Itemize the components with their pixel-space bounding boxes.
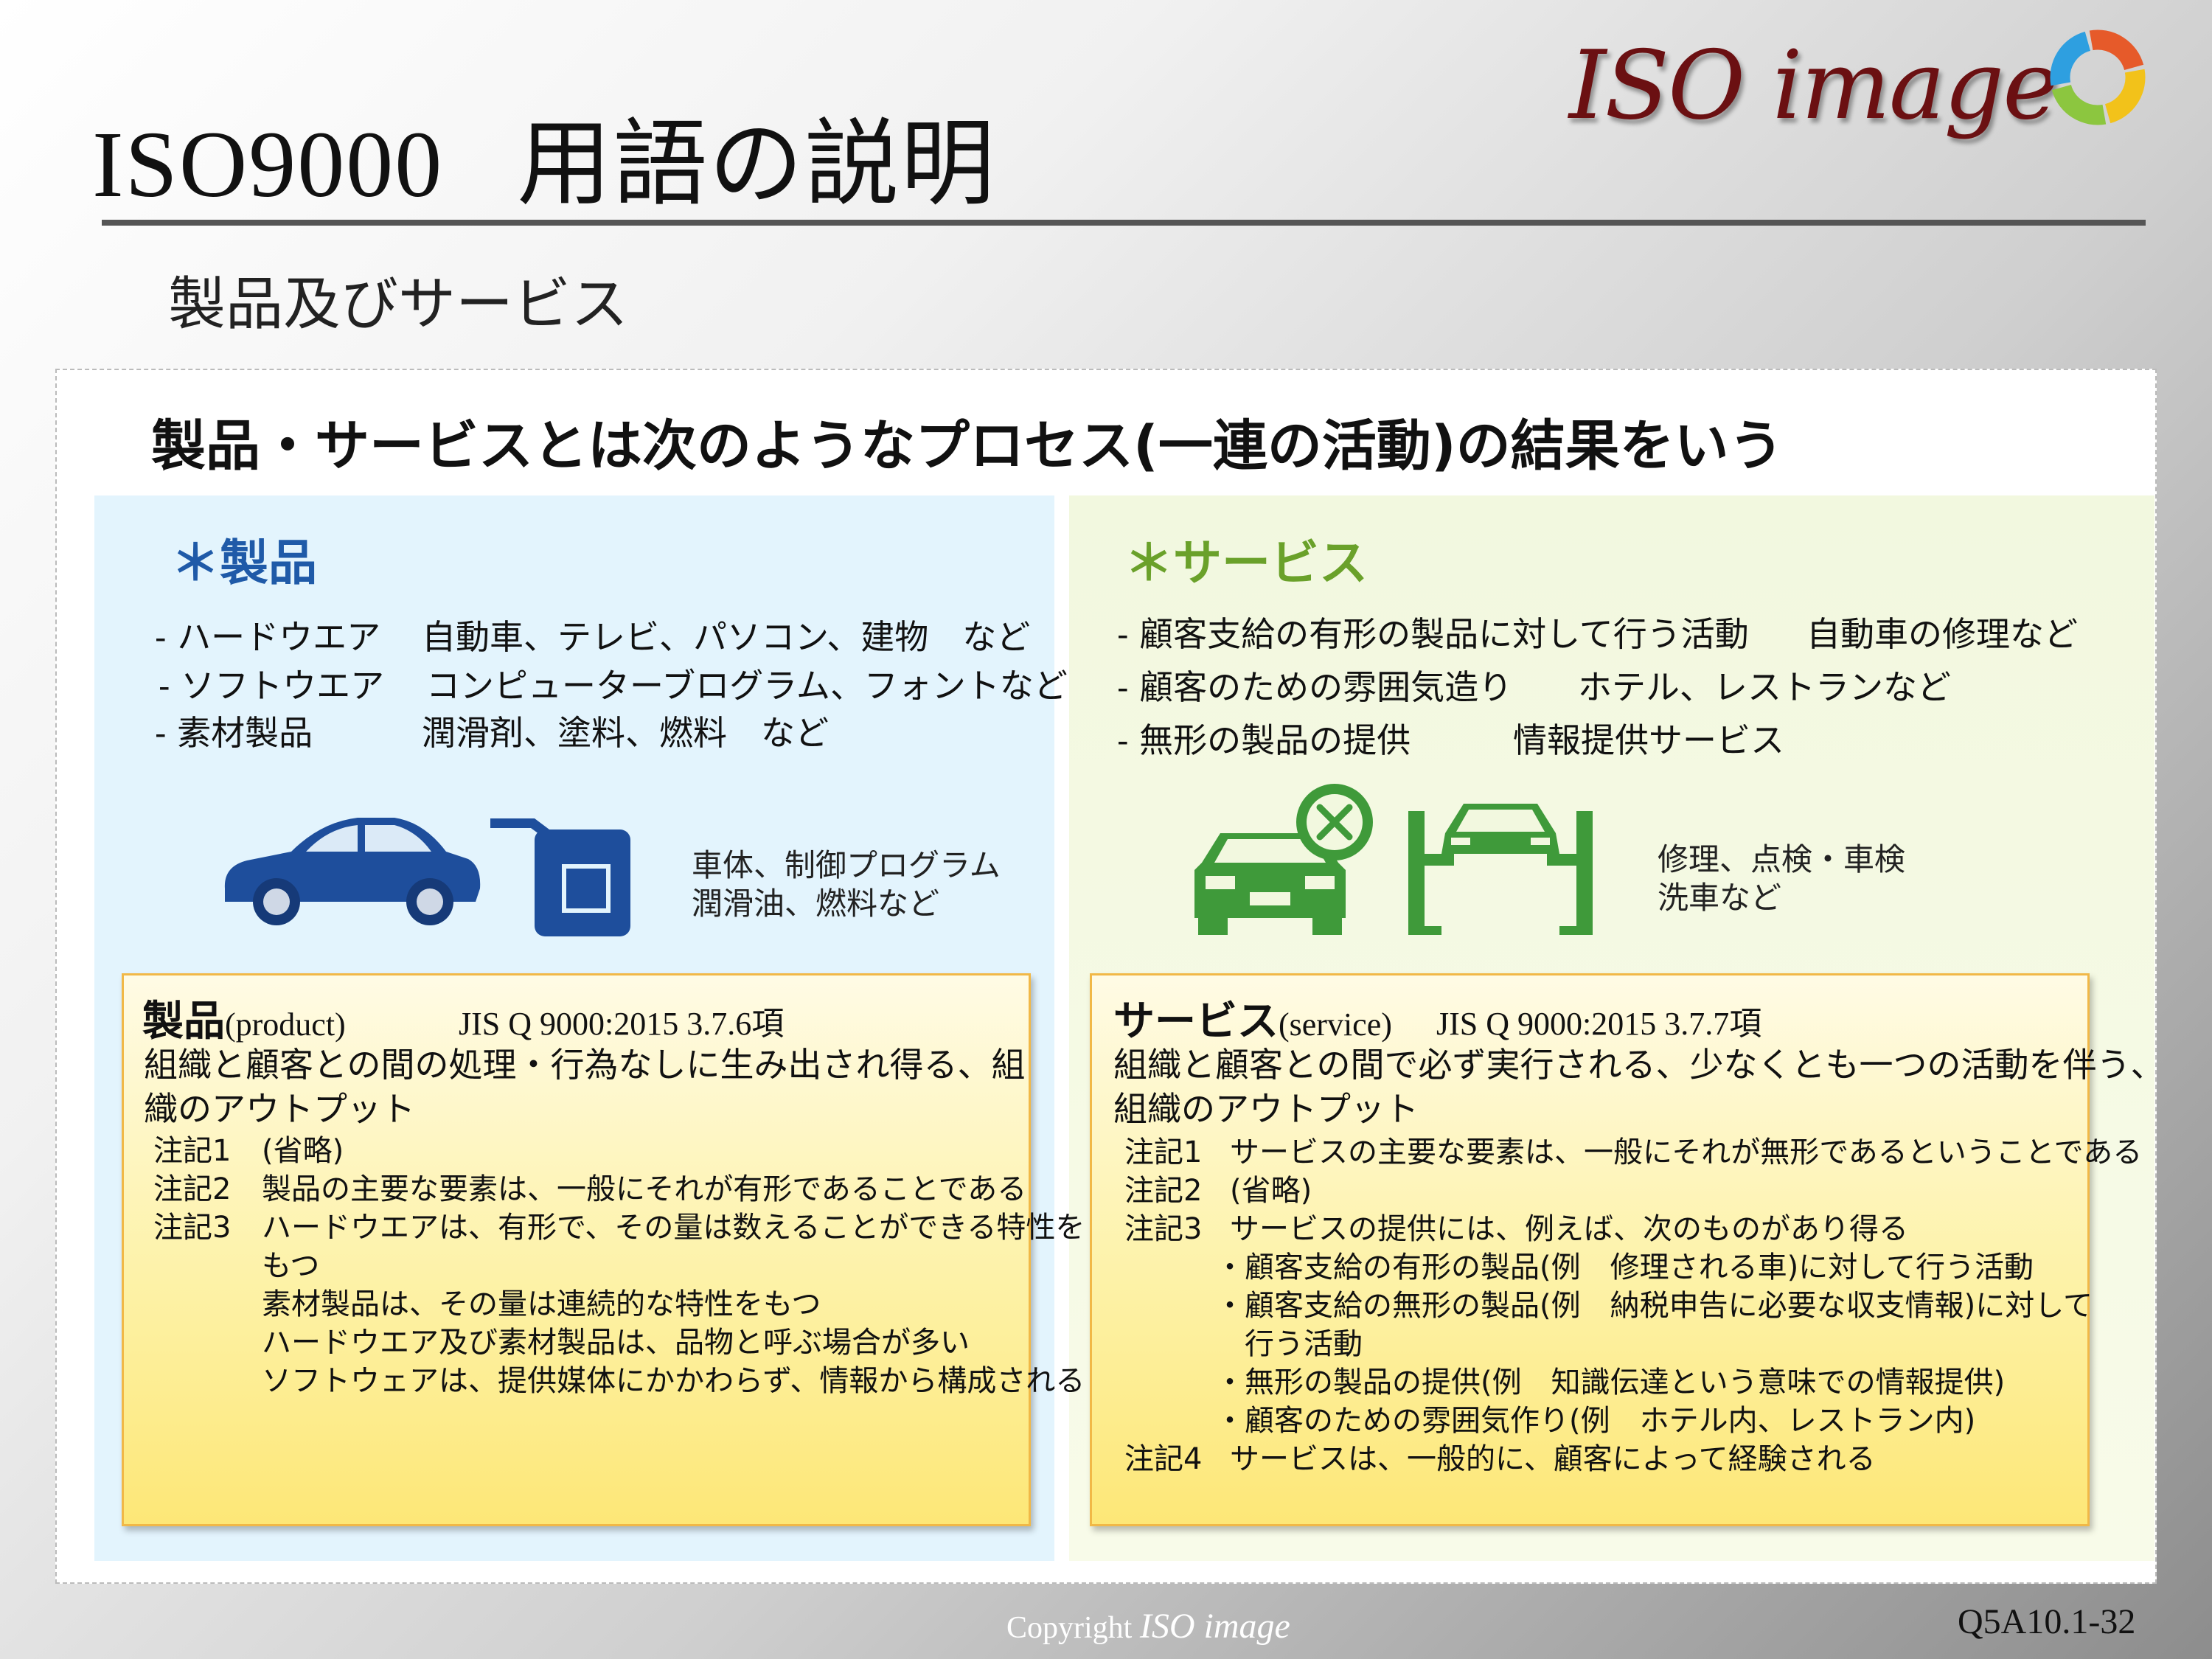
service-note-label: 注記4 <box>1124 1442 1203 1476</box>
copyright: Copyright ISO image <box>1006 1606 1290 1646</box>
product-note-label: 注記3 <box>153 1211 232 1245</box>
service-item-examples: 自動車の修理など <box>1806 614 2078 654</box>
product-term-en: (product) <box>225 1006 346 1043</box>
page-code: Q5A10.1-32 <box>1958 1602 2136 1641</box>
title-underline <box>102 220 2146 226</box>
service-note-label: 注記2 <box>1124 1174 1203 1208</box>
product-note-text: 製品の主要な要素は、一般にそれが有形であることである <box>262 1172 1027 1206</box>
brand-logo: ISO image <box>1568 31 2059 141</box>
service-caption-line: 洗車など <box>1658 880 1782 916</box>
service-note-text: 行う活動 <box>1215 1327 1363 1361</box>
service-note-label: 注記1 <box>1124 1135 1203 1169</box>
car-icon <box>224 818 481 925</box>
car-lift-icon <box>1408 804 1593 935</box>
service-definition-text: 組織と顧客との間で必ず実行される、少なくとも一つの活動を伴う、 <box>1113 1045 2165 1085</box>
product-note-text: 素材製品は、その量は連続的な特性をもつ <box>262 1287 821 1321</box>
product-reference: JIS Q 9000:2015 3.7.6項 <box>459 1006 785 1042</box>
cycle-ring-icon <box>2050 29 2146 125</box>
copyright-text: Copyright <box>1006 1611 1133 1645</box>
footer-logo: ISO image <box>1139 1607 1290 1646</box>
product-note-text: ソフトウェアは、提供媒体にかかわらず、情報から構成される <box>262 1364 1085 1398</box>
car-repair-icon <box>1194 784 1373 935</box>
product-definition-text: 組織と顧客との間の処理・行為なしに生み出され得る、組 <box>144 1045 1026 1085</box>
service-reference: JIS Q 9000:2015 3.7.7項 <box>1436 1006 1762 1042</box>
service-item-label: - 無形の製品の提供 <box>1117 720 1411 760</box>
product-item-label: - 素材製品 <box>155 713 313 753</box>
service-note-text: ・無形の製品の提供(例 知識伝達という意味での情報提供) <box>1215 1366 2006 1399</box>
product-note-text: ハードウエア及び素材製品は、品物と呼ぶ場合が多い <box>262 1326 970 1360</box>
service-term-en: (service) <box>1279 1006 1392 1043</box>
service-note-text: サービスの主要な要素は、一般にそれが無形であるということである <box>1230 1135 2143 1169</box>
service-note-text: サービスの提供には、例えば、次のものがあり得る <box>1230 1212 1908 1246</box>
product-caption-line: 潤滑油、燃料など <box>692 886 940 922</box>
subtitle: 製品及びサービス <box>168 271 629 338</box>
product-item-label: - ハードウエア <box>155 617 381 657</box>
service-item-examples: 情報提供サービス <box>1513 720 1784 760</box>
service-definition-text: 組織のアウトプット <box>1113 1089 1419 1129</box>
service-note-text: (省略) <box>1230 1174 1312 1208</box>
service-item-label: - 顧客支給の有形の製品に対して行う活動 <box>1117 614 1749 654</box>
product-item-examples: 潤滑剤、塗料、燃料 など <box>422 713 829 753</box>
title-jp: 用語の説明 <box>517 109 997 219</box>
service-item-examples: ホテル、レストランなど <box>1578 667 1951 707</box>
service-heading: ＊サービス <box>1124 535 1368 591</box>
title-en: ISO9000 <box>92 112 444 217</box>
product-note-label: 注記1 <box>153 1134 232 1168</box>
product-note-text: (省略) <box>262 1134 344 1168</box>
headline: 製品・サービスとは次のようなプロセス(一連の活動)の結果をいう <box>151 414 1784 478</box>
service-note-text: ・顧客支給の有形の製品(例 修理される車)に対して行う活動 <box>1215 1251 2034 1284</box>
product-note-label: 注記2 <box>153 1172 232 1206</box>
product-item-examples: コンピューターブログラム、フォントなど <box>426 666 1068 706</box>
product-definition-text: 織のアウトプット <box>144 1089 415 1129</box>
fuel-can-icon <box>490 818 630 936</box>
service-note-label: 注記3 <box>1124 1212 1203 1246</box>
service-item-label: - 顧客のための雰囲気造り <box>1117 667 1513 707</box>
service-note-text: サービスは、一般的に、顧客によって経験される <box>1230 1442 1876 1476</box>
product-heading: ＊製品 <box>171 535 317 591</box>
product-note-text: もつ <box>262 1249 320 1283</box>
product-note-text: ハードウエアは、有形で、その量は数えることができる特性を <box>262 1211 1085 1245</box>
page-title: ISO9000 用語の説明 <box>92 87 996 223</box>
service-note-text: ・顧客支給の無形の製品(例 納税申告に必要な収支情報)に対して <box>1215 1289 2093 1323</box>
product-item-label: - ソフトウエア <box>159 666 385 706</box>
service-note-text: ・顧客のための雰囲気作り(例 ホテル内、レストラン内) <box>1215 1404 1976 1438</box>
product-item-examples: 自動車、テレビ、パソコン、建物 など <box>422 617 1031 657</box>
